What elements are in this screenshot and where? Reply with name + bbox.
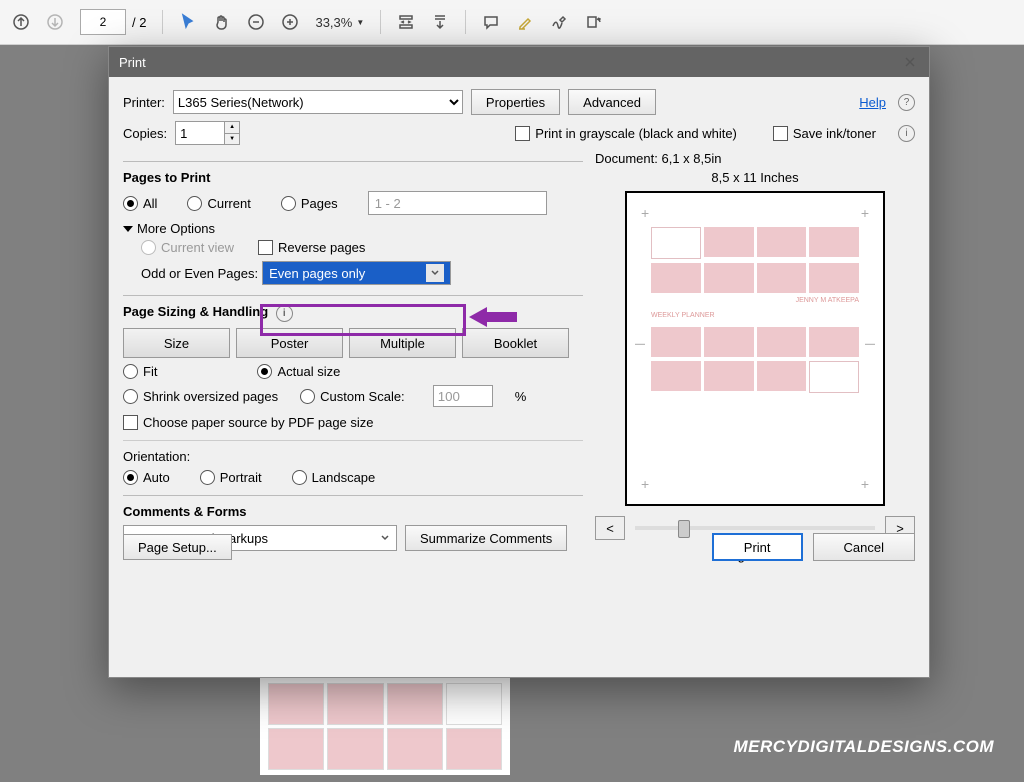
comments-heading: Comments & Forms xyxy=(123,504,583,519)
advanced-button[interactable]: Advanced xyxy=(568,89,656,115)
highlight-icon[interactable] xyxy=(510,7,540,37)
page-number-input[interactable] xyxy=(80,9,126,35)
radio-orientation-landscape[interactable]: Landscape xyxy=(292,470,376,485)
radio-custom-scale[interactable]: Custom Scale: xyxy=(300,389,405,404)
zoom-dropdown[interactable]: 33,3% ▼ xyxy=(309,15,370,30)
copies-stepper[interactable]: ▲▼ xyxy=(175,121,240,145)
help-link[interactable]: Help xyxy=(859,95,886,110)
print-preview: + + + + – – JENNY M ATKEEPA WEEKLY PLANN… xyxy=(625,191,885,506)
up-arrow-icon[interactable] xyxy=(6,7,36,37)
info-icon[interactable]: i xyxy=(898,125,915,142)
paper-source-checkbox[interactable]: Choose paper source by PDF page size xyxy=(123,415,374,430)
grayscale-checkbox[interactable]: Print in grayscale (black and white) xyxy=(515,126,737,141)
pointer-tool-icon[interactable] xyxy=(173,7,203,37)
fit-page-icon[interactable] xyxy=(425,7,455,37)
page-indicator: / 2 xyxy=(80,9,146,35)
app-toolbar: / 2 33,3% ▼ xyxy=(0,0,1024,45)
radio-actual-size[interactable]: Actual size xyxy=(257,364,340,379)
radio-pages[interactable]: Pages xyxy=(281,196,338,211)
pages-range-input[interactable] xyxy=(368,191,547,215)
cancel-button[interactable]: Cancel xyxy=(813,533,915,561)
odd-even-select[interactable]: Even pages only xyxy=(262,261,451,285)
size-button[interactable]: Size xyxy=(123,328,230,358)
info-icon[interactable]: i xyxy=(276,305,293,322)
radio-current[interactable]: Current xyxy=(187,196,250,211)
pages-to-print-heading: Pages to Print xyxy=(123,170,583,185)
odd-even-label: Odd or Even Pages: xyxy=(141,266,258,281)
custom-scale-input[interactable] xyxy=(433,385,493,407)
paper-dimensions: 8,5 x 11 Inches xyxy=(595,170,915,185)
poster-button[interactable]: Poster xyxy=(236,328,343,358)
properties-button[interactable]: Properties xyxy=(471,89,560,115)
print-dialog: Print Printer: L365 Series(Network) Prop… xyxy=(108,46,930,678)
close-icon[interactable] xyxy=(901,53,919,71)
printer-label: Printer: xyxy=(123,95,165,110)
help-icon[interactable]: ? xyxy=(898,94,915,111)
copies-input[interactable] xyxy=(176,122,224,144)
reverse-pages-checkbox[interactable]: Reverse pages xyxy=(258,240,365,255)
down-arrow-icon[interactable] xyxy=(40,7,70,37)
rotate-icon[interactable] xyxy=(578,7,608,37)
orientation-label: Orientation: xyxy=(123,449,583,464)
hand-tool-icon[interactable] xyxy=(207,7,237,37)
multiple-button[interactable]: Multiple xyxy=(349,328,456,358)
page-setup-button[interactable]: Page Setup... xyxy=(123,534,232,560)
copies-label: Copies: xyxy=(123,126,167,141)
zoom-out-icon[interactable] xyxy=(241,7,271,37)
copies-up[interactable]: ▲ xyxy=(225,122,239,134)
radio-orientation-auto[interactable]: Auto xyxy=(123,470,170,485)
background-document xyxy=(260,675,510,775)
booklet-button[interactable]: Booklet xyxy=(462,328,569,358)
printer-select[interactable]: L365 Series(Network) xyxy=(173,90,463,114)
save-ink-checkbox[interactable]: Save ink/toner xyxy=(773,126,876,141)
annotation-arrow xyxy=(469,307,517,327)
more-options-toggle[interactable]: More Options xyxy=(123,221,583,236)
radio-current-view: Current view xyxy=(141,240,234,255)
sign-icon[interactable] xyxy=(544,7,574,37)
radio-orientation-portrait[interactable]: Portrait xyxy=(200,470,262,485)
preview-slider[interactable] xyxy=(635,526,875,530)
copies-down[interactable]: ▼ xyxy=(225,134,239,145)
dialog-titlebar: Print xyxy=(109,47,929,77)
radio-all[interactable]: All xyxy=(123,196,157,211)
dialog-title: Print xyxy=(119,55,146,70)
fit-width-icon[interactable] xyxy=(391,7,421,37)
zoom-in-icon[interactable] xyxy=(275,7,305,37)
radio-fit[interactable]: Fit xyxy=(123,364,157,379)
comment-icon[interactable] xyxy=(476,7,506,37)
radio-shrink[interactable]: Shrink oversized pages xyxy=(123,389,278,404)
page-total: / 2 xyxy=(132,15,146,30)
watermark: MERCYDIGITALDESIGNS.COM xyxy=(733,737,994,757)
print-button[interactable]: Print xyxy=(712,533,803,561)
percent-label: % xyxy=(515,389,527,404)
document-dimensions: Document: 6,1 x 8,5in xyxy=(595,151,915,166)
